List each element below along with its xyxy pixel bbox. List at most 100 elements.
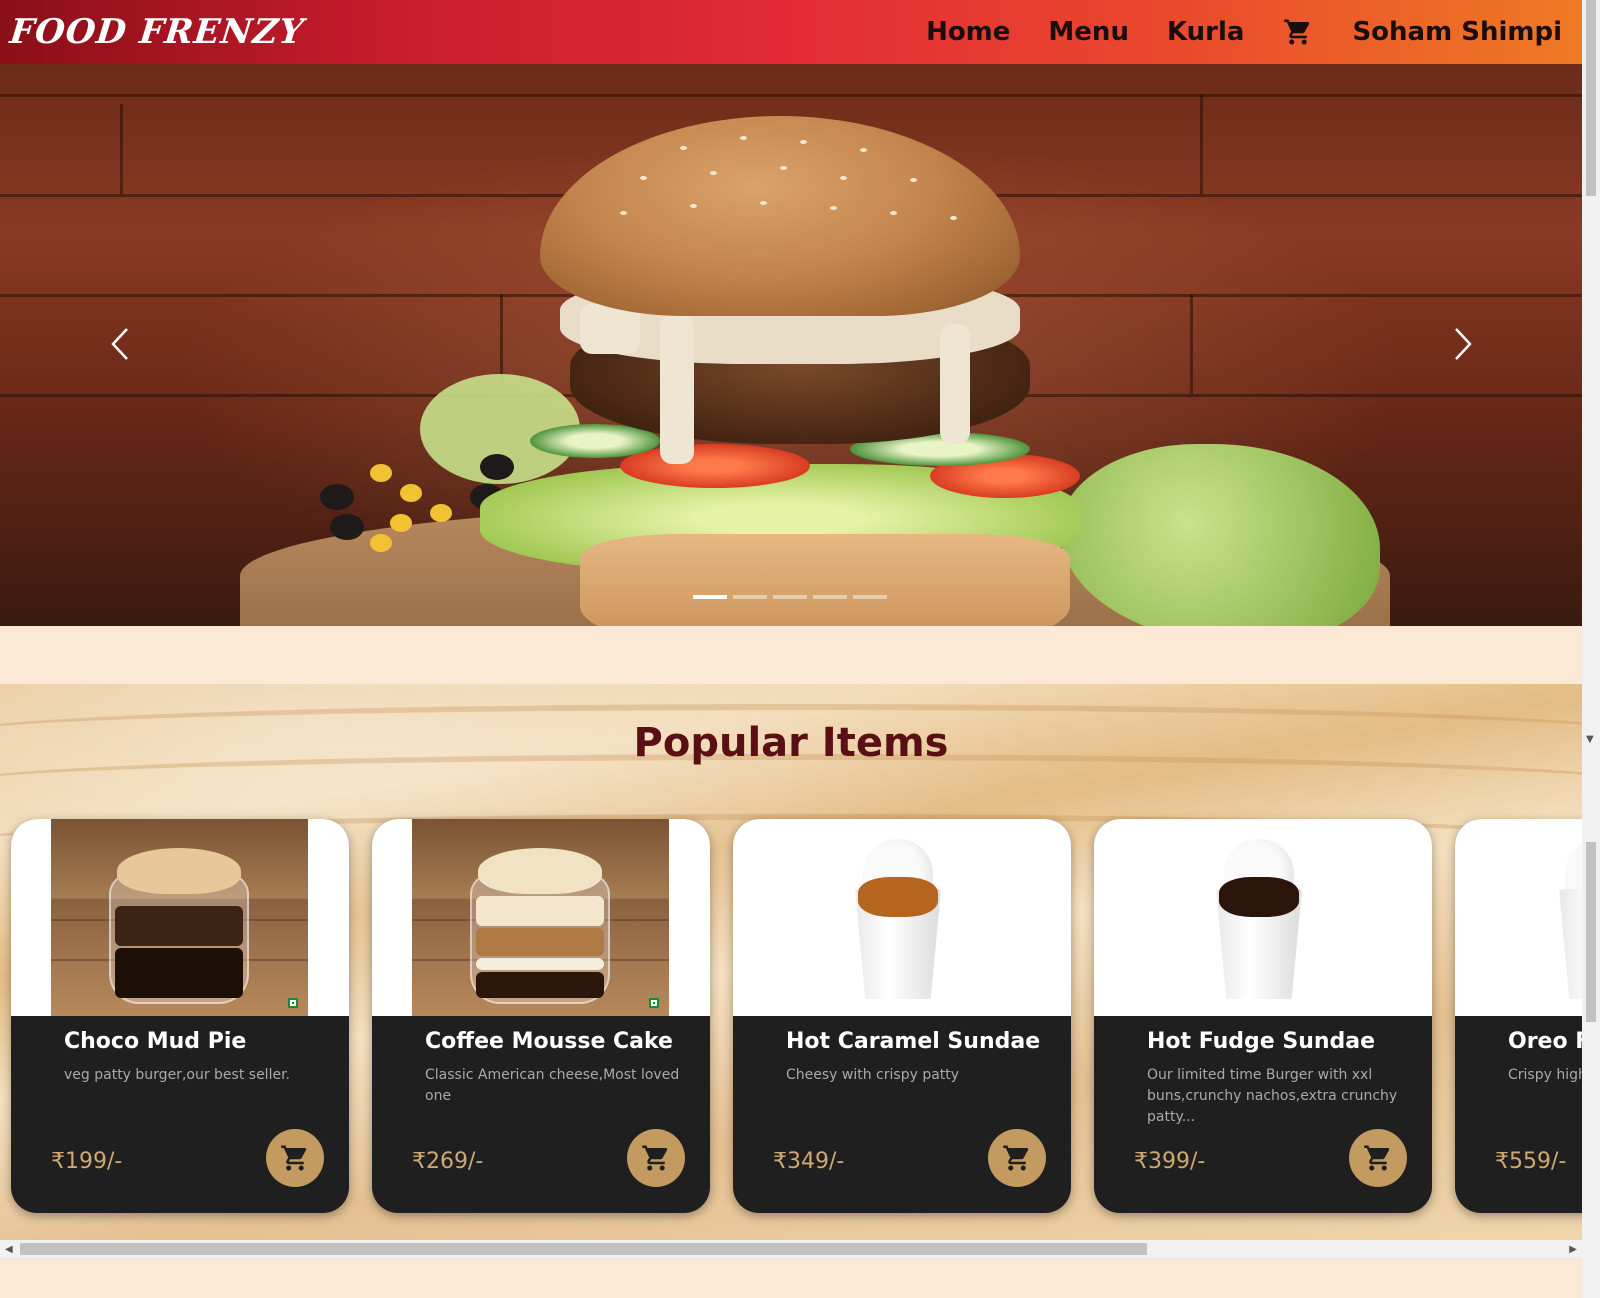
carousel-indicator[interactable] [813,595,847,599]
product-name: Hot Fudge Sundae [1147,1029,1376,1054]
brick-line [1200,94,1203,194]
dessert-layer [115,906,243,946]
product-image [1455,819,1582,1016]
sesame-seed [860,148,867,152]
hero-carousel [0,64,1582,626]
scroll-down-icon[interactable]: ▼ [1586,734,1594,745]
brick-line [120,104,123,194]
veg-icon [288,998,298,1008]
product-image [733,819,1071,1016]
corn [370,464,392,482]
caramel-sauce [858,877,938,917]
veg-icon [649,998,659,1008]
brand-logo[interactable]: FOOD FRENZY [8,12,306,52]
sesame-seed [620,211,627,215]
product-card[interactable]: Coffee Mousse Cake Classic American chee… [372,819,710,1213]
vertical-scrollbar[interactable]: ▼ [1582,0,1600,1298]
items-carousel[interactable]: Choco Mud Pie veg patty burger,our best … [11,819,1582,1213]
product-name: Coffee Mousse Cake [425,1029,673,1054]
product-card[interactable]: Hot Fudge Sundae Our limited time Burger… [1094,819,1432,1213]
sesame-seed [690,204,697,208]
horizontal-scrollbar[interactable]: ◀ ▶ [0,1240,1582,1258]
product-card[interactable]: Choco Mud Pie veg patty burger,our best … [11,819,349,1213]
product-description: Classic American cheese,Most loved one [425,1067,680,1104]
product-description: Cheesy with crispy patty [786,1067,960,1083]
chevron-left-icon [111,328,128,360]
sauce-drip [660,314,694,464]
product-price: ₹199/- [51,1149,123,1174]
corn [430,504,452,522]
cart-icon [642,1145,668,1171]
add-to-cart-button[interactable] [1349,1129,1407,1187]
sesame-seed [760,201,767,205]
nav-home[interactable]: Home [926,17,1010,47]
sesame-seed [680,146,687,150]
scroll-left-icon[interactable]: ◀ [5,1244,13,1255]
section-title: Popular Items [633,720,949,766]
carousel-indicator[interactable] [853,595,887,599]
sesame-seed [740,136,747,140]
carousel-indicators [693,595,887,599]
scrollbar-thumb[interactable] [1586,842,1596,1022]
carousel-prev-button[interactable] [100,314,140,374]
sesame-seed [950,216,957,220]
carousel-indicator[interactable] [773,595,807,599]
product-price: ₹349/- [773,1149,845,1174]
product-description: veg patty burger,our best seller. [64,1067,290,1083]
sesame-seed [910,178,917,182]
product-description: Our limited time Burger with xxl buns,cr… [1147,1067,1398,1125]
popular-items-section: Popular Items Choco Mud Pie veg patty bu… [0,684,1582,1240]
lettuce [1060,444,1380,626]
sesame-seed [890,211,897,215]
add-to-cart-button[interactable] [988,1129,1046,1187]
olive [480,454,514,480]
dessert-layer [476,972,604,998]
product-card[interactable]: Hot Caramel Sundae Cheesy with crispy pa… [733,819,1071,1213]
carousel-next-button[interactable] [1443,314,1483,374]
dessert-layer [476,928,604,956]
bun-bottom [580,534,1070,626]
photo-backdrop [51,819,308,1016]
corn [400,484,422,502]
scrollbar-thumb[interactable] [1586,0,1596,196]
user-name[interactable]: Soham Shimpi [1352,17,1562,47]
nav-menu[interactable]: Menu [1048,17,1129,47]
add-to-cart-button[interactable] [266,1129,324,1187]
bun-top [540,116,1020,316]
scrollbar-thumb[interactable] [20,1243,1147,1255]
nav-location[interactable]: Kurla [1167,17,1244,47]
navbar: FOOD FRENZY Home Menu Kurla Soham Shimpi [0,0,1582,64]
sesame-seed [800,140,807,144]
page-footer-space [0,1258,1582,1298]
sesame-seed [710,171,717,175]
corn [370,534,392,552]
brick-line [0,94,1582,97]
photo-backdrop [412,819,669,1016]
dessert-jar [109,848,249,1004]
fudge-sauce [1219,877,1299,917]
dessert-layer [115,948,243,998]
sesame-seed [830,206,837,210]
product-card[interactable]: Oreo Flu Crispy high i Overloaded. ₹559/… [1455,819,1582,1213]
add-to-cart-button[interactable] [627,1129,685,1187]
olive [330,514,364,540]
cream-topping [478,848,602,894]
dessert-layer [476,896,604,926]
sesame-seed [840,176,847,180]
chevron-right-icon [1455,328,1472,360]
sauce-drip [940,324,970,444]
product-image [1094,819,1432,1016]
product-name: Hot Caramel Sundae [786,1029,1041,1054]
dessert-jar [470,848,610,1004]
carousel-indicator[interactable] [733,595,767,599]
carousel-indicator[interactable] [693,595,727,599]
cart-icon[interactable] [1282,16,1314,48]
scroll-right-icon[interactable]: ▶ [1569,1244,1577,1255]
corn [390,514,412,532]
product-description: Crispy high i Overloaded. [1508,1067,1582,1083]
product-price: ₹269/- [412,1149,484,1174]
cream-topping [117,848,241,894]
brick-line [1190,294,1193,394]
nav-links: Home Menu Kurla Soham Shimpi [926,16,1562,48]
product-price: ₹559/- [1495,1149,1567,1174]
